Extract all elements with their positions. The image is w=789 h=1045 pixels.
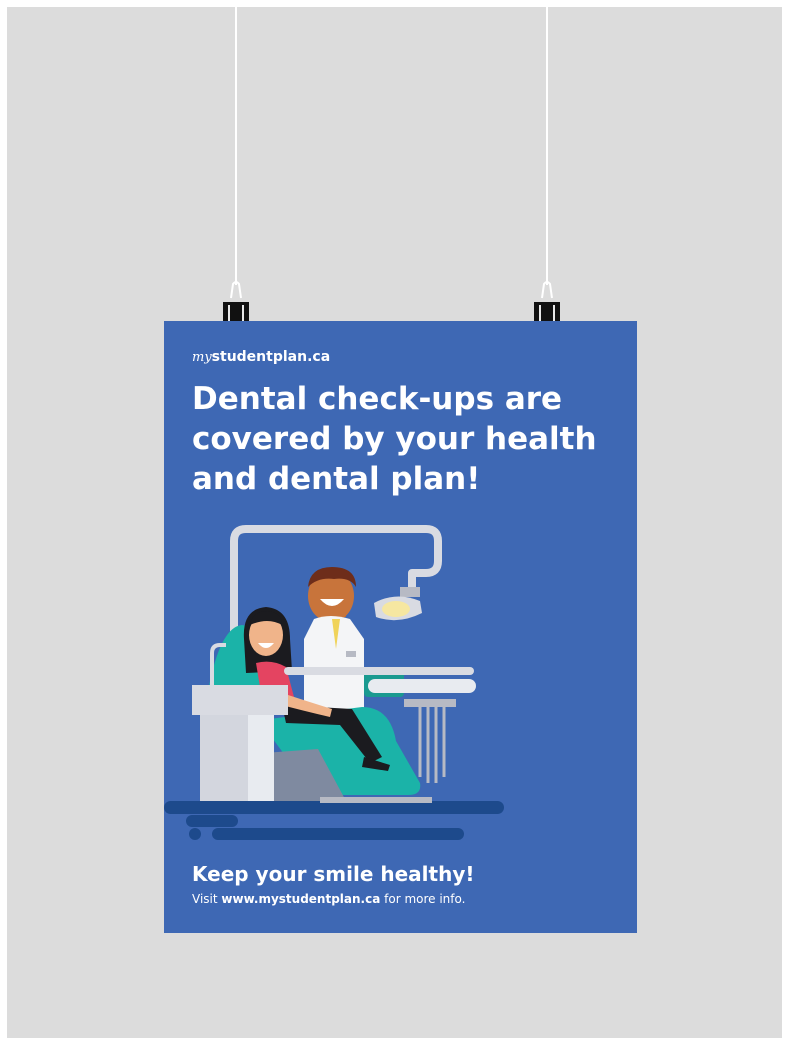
floor-shapes	[164, 801, 504, 840]
poster-headline: Dental check-ups are covered by your hea…	[192, 381, 597, 497]
hanging-string-left	[235, 7, 237, 285]
tagline: Keep your smile healthy!	[192, 862, 475, 886]
hanging-string-right	[546, 7, 548, 285]
brand-logo: mystudentplan.ca	[192, 349, 331, 365]
dental-illustration	[164, 525, 504, 840]
visit-text: Visit www.mystudentplan.ca for more info…	[192, 892, 466, 906]
dentist-illustration	[304, 567, 364, 721]
poster: mystudentplan.ca Dental check-ups are co…	[164, 321, 637, 933]
website-link[interactable]: www.mystudentplan.ca	[221, 892, 380, 906]
